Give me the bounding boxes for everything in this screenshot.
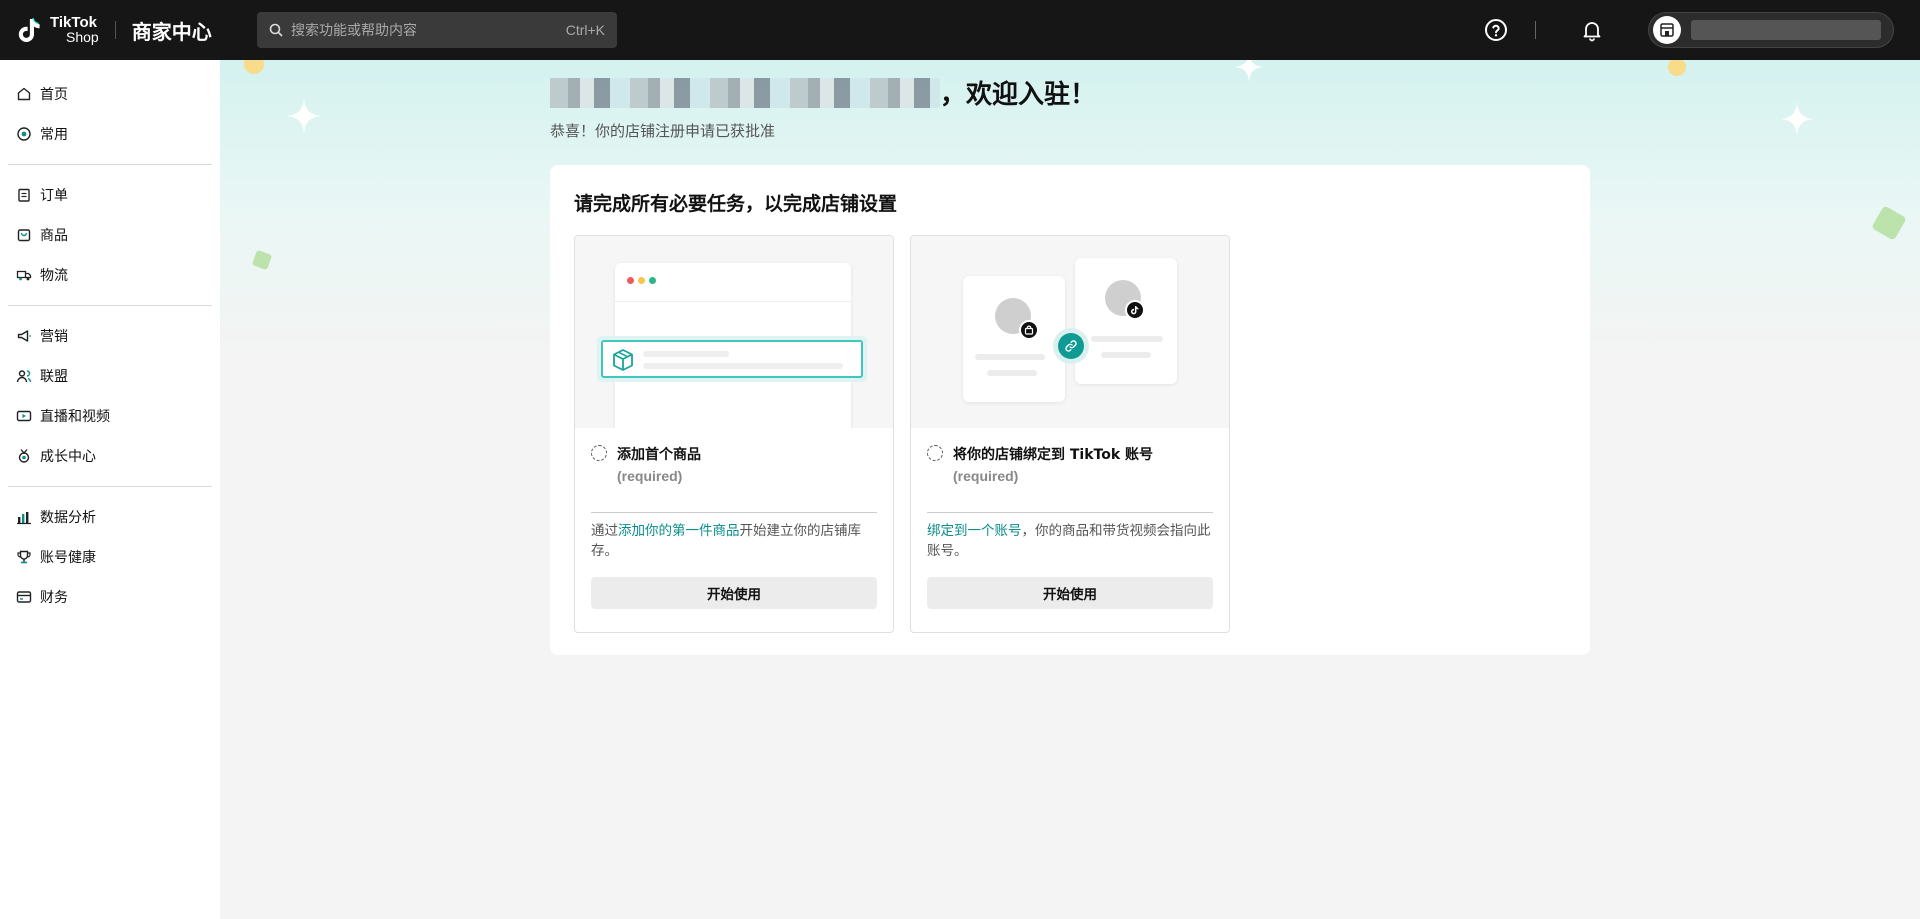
desc-prefix: 通过 (591, 523, 618, 539)
logo-divider (114, 21, 116, 39)
link-account-illustration (911, 236, 1229, 428)
trophy-icon (17, 550, 31, 564)
link-icon (1065, 340, 1077, 352)
sidebar-item-growth[interactable]: 成长中心 (0, 436, 220, 476)
sidebar-item-home[interactable]: 首页 (0, 74, 220, 114)
tiktok-profile-mockup (1075, 258, 1177, 384)
search-icon (269, 23, 283, 37)
task-required-label: (required) (617, 468, 683, 484)
task-description: 通过添加你的第一件商品开始建立你的店铺库存。 (575, 513, 893, 577)
home-icon (17, 87, 31, 101)
sidebar-item-favorites[interactable]: 常用 (0, 114, 220, 154)
task-add-product[interactable]: 添加首个商品 (required) 通过添加你的第一件商品开始建立你的店铺库存。… (574, 235, 894, 633)
tiktok-logo-icon (18, 17, 40, 42)
add-product-illustration (575, 236, 893, 428)
shop-profile-mockup (963, 276, 1065, 402)
products-icon (17, 229, 31, 242)
task-title: 添加首个商品 (617, 447, 701, 463)
task-link-tiktok-account[interactable]: 将你的店铺绑定到 TikTok 账号 (required) 绑定到一个账号，你的… (910, 235, 1230, 633)
finance-icon (16, 591, 32, 603)
welcome-title: ，欢迎入驻！ (940, 80, 1097, 110)
analytics-icon (17, 512, 31, 525)
sidebar-divider (8, 305, 212, 306)
start-add-product-button[interactable]: 开始使用 (591, 577, 877, 609)
sidebar-item-orders[interactable]: 订单 (0, 175, 220, 215)
sparkle-icon (1780, 102, 1814, 136)
sidebar-item-label: 首页 (40, 87, 68, 103)
search-placeholder: 搜索功能或帮助内容 (291, 23, 417, 39)
start-link-account-button[interactable]: 开始使用 (927, 577, 1213, 609)
top-separator (1535, 21, 1536, 39)
affiliate-icon (16, 370, 32, 383)
task-required-label: (required) (953, 468, 1019, 484)
sidebar-item-label: 成长中心 (40, 449, 96, 465)
live-video-icon (16, 410, 32, 422)
search-input[interactable]: 搜索功能或帮助内容 Ctrl+K (257, 12, 617, 48)
tiktok-shop-logo[interactable]: TikTok Shop 商家中心 (16, 14, 212, 45)
sidebar-item-label: 直播和视频 (40, 409, 110, 425)
welcome-heading: ，欢迎入驻！ (550, 74, 1096, 111)
task-status-radio[interactable] (591, 445, 607, 461)
bell-icon (1583, 22, 1601, 42)
notifications-button[interactable] (1574, 12, 1610, 48)
logo-line1: TikTok (50, 14, 97, 31)
product-row-mockup (597, 336, 867, 382)
account-menu[interactable] (1648, 12, 1894, 48)
shop-bag-icon (1024, 325, 1034, 335)
sidebar-divider (8, 164, 212, 165)
sidebar-item-label: 订单 (40, 188, 68, 204)
sparkle-icon (286, 98, 322, 134)
sparkle-icon (1234, 60, 1264, 82)
link-account-link[interactable]: 绑定到一个账号 (927, 523, 1022, 539)
card-title: 请完成所有必要任务，以完成店铺设置 (574, 193, 898, 215)
logo-line2: Shop (66, 29, 99, 45)
tiktok-badge (1125, 300, 1145, 320)
tiktok-logo-icon (1131, 306, 1139, 315)
logistics-icon (16, 270, 32, 281)
sidebar-item-finance[interactable]: 财务 (0, 577, 220, 617)
sidebar: 首页 常用 订单 商品 物流 营销 联盟 直播和视频 成长中心 数据分析 账号健… (0, 60, 220, 919)
account-name-redacted (1691, 20, 1881, 40)
box-icon (613, 349, 633, 371)
sidebar-item-account-health[interactable]: 账号健康 (0, 537, 220, 577)
sidebar-item-analytics[interactable]: 数据分析 (0, 497, 220, 537)
sidebar-item-label: 常用 (40, 127, 68, 143)
sidebar-item-label: 商品 (40, 228, 68, 244)
sidebar-item-live-video[interactable]: 直播和视频 (0, 396, 220, 436)
sidebar-item-label: 物流 (40, 268, 68, 284)
task-title: 将你的店铺绑定到 TikTok 账号 (953, 447, 1154, 463)
marketing-icon (17, 330, 31, 342)
sidebar-item-affiliate[interactable]: 联盟 (0, 356, 220, 396)
task-description: 绑定到一个账号，你的商品和带货视频会指向此账号。 (911, 513, 1229, 577)
sidebar-item-logistics[interactable]: 物流 (0, 255, 220, 295)
shop-name-redacted (550, 77, 940, 108)
add-first-product-link[interactable]: 添加你的第一件商品 (618, 523, 740, 539)
sidebar-item-label: 数据分析 (40, 510, 96, 526)
sidebar-item-products[interactable]: 商品 (0, 215, 220, 255)
link-connector (1053, 328, 1089, 364)
sidebar-item-label: 账号健康 (40, 550, 96, 566)
shop-avatar (1653, 16, 1681, 44)
sidebar-item-marketing[interactable]: 营销 (0, 316, 220, 356)
top-bar: TikTok Shop 商家中心 搜索功能或帮助内容 Ctrl+K (0, 0, 1920, 60)
sidebar-item-label: 营销 (40, 329, 68, 345)
setup-tasks-card: 请完成所有必要任务，以完成店铺设置 添加首个商品 (required) 通过添加… (550, 165, 1590, 655)
help-button[interactable] (1478, 12, 1514, 48)
favorites-icon (17, 127, 31, 141)
app-title: 商家中心 (131, 19, 212, 44)
sidebar-item-label: 联盟 (40, 369, 68, 385)
shop-badge (1019, 320, 1039, 340)
growth-icon (18, 449, 30, 463)
sidebar-divider (8, 486, 212, 487)
help-icon (1485, 19, 1507, 41)
main-content: ，欢迎入驻！ 恭喜！你的店铺注册申请已获批准 请完成所有必要任务，以完成店铺设置 (220, 60, 1920, 919)
task-status-radio[interactable] (927, 445, 943, 461)
approval-subtitle: 恭喜！你的店铺注册申请已获批准 (550, 122, 776, 140)
sidebar-item-label: 财务 (40, 590, 68, 606)
orders-icon (18, 188, 30, 202)
search-shortcut: Ctrl+K (565, 22, 605, 38)
shop-icon (1660, 23, 1674, 37)
